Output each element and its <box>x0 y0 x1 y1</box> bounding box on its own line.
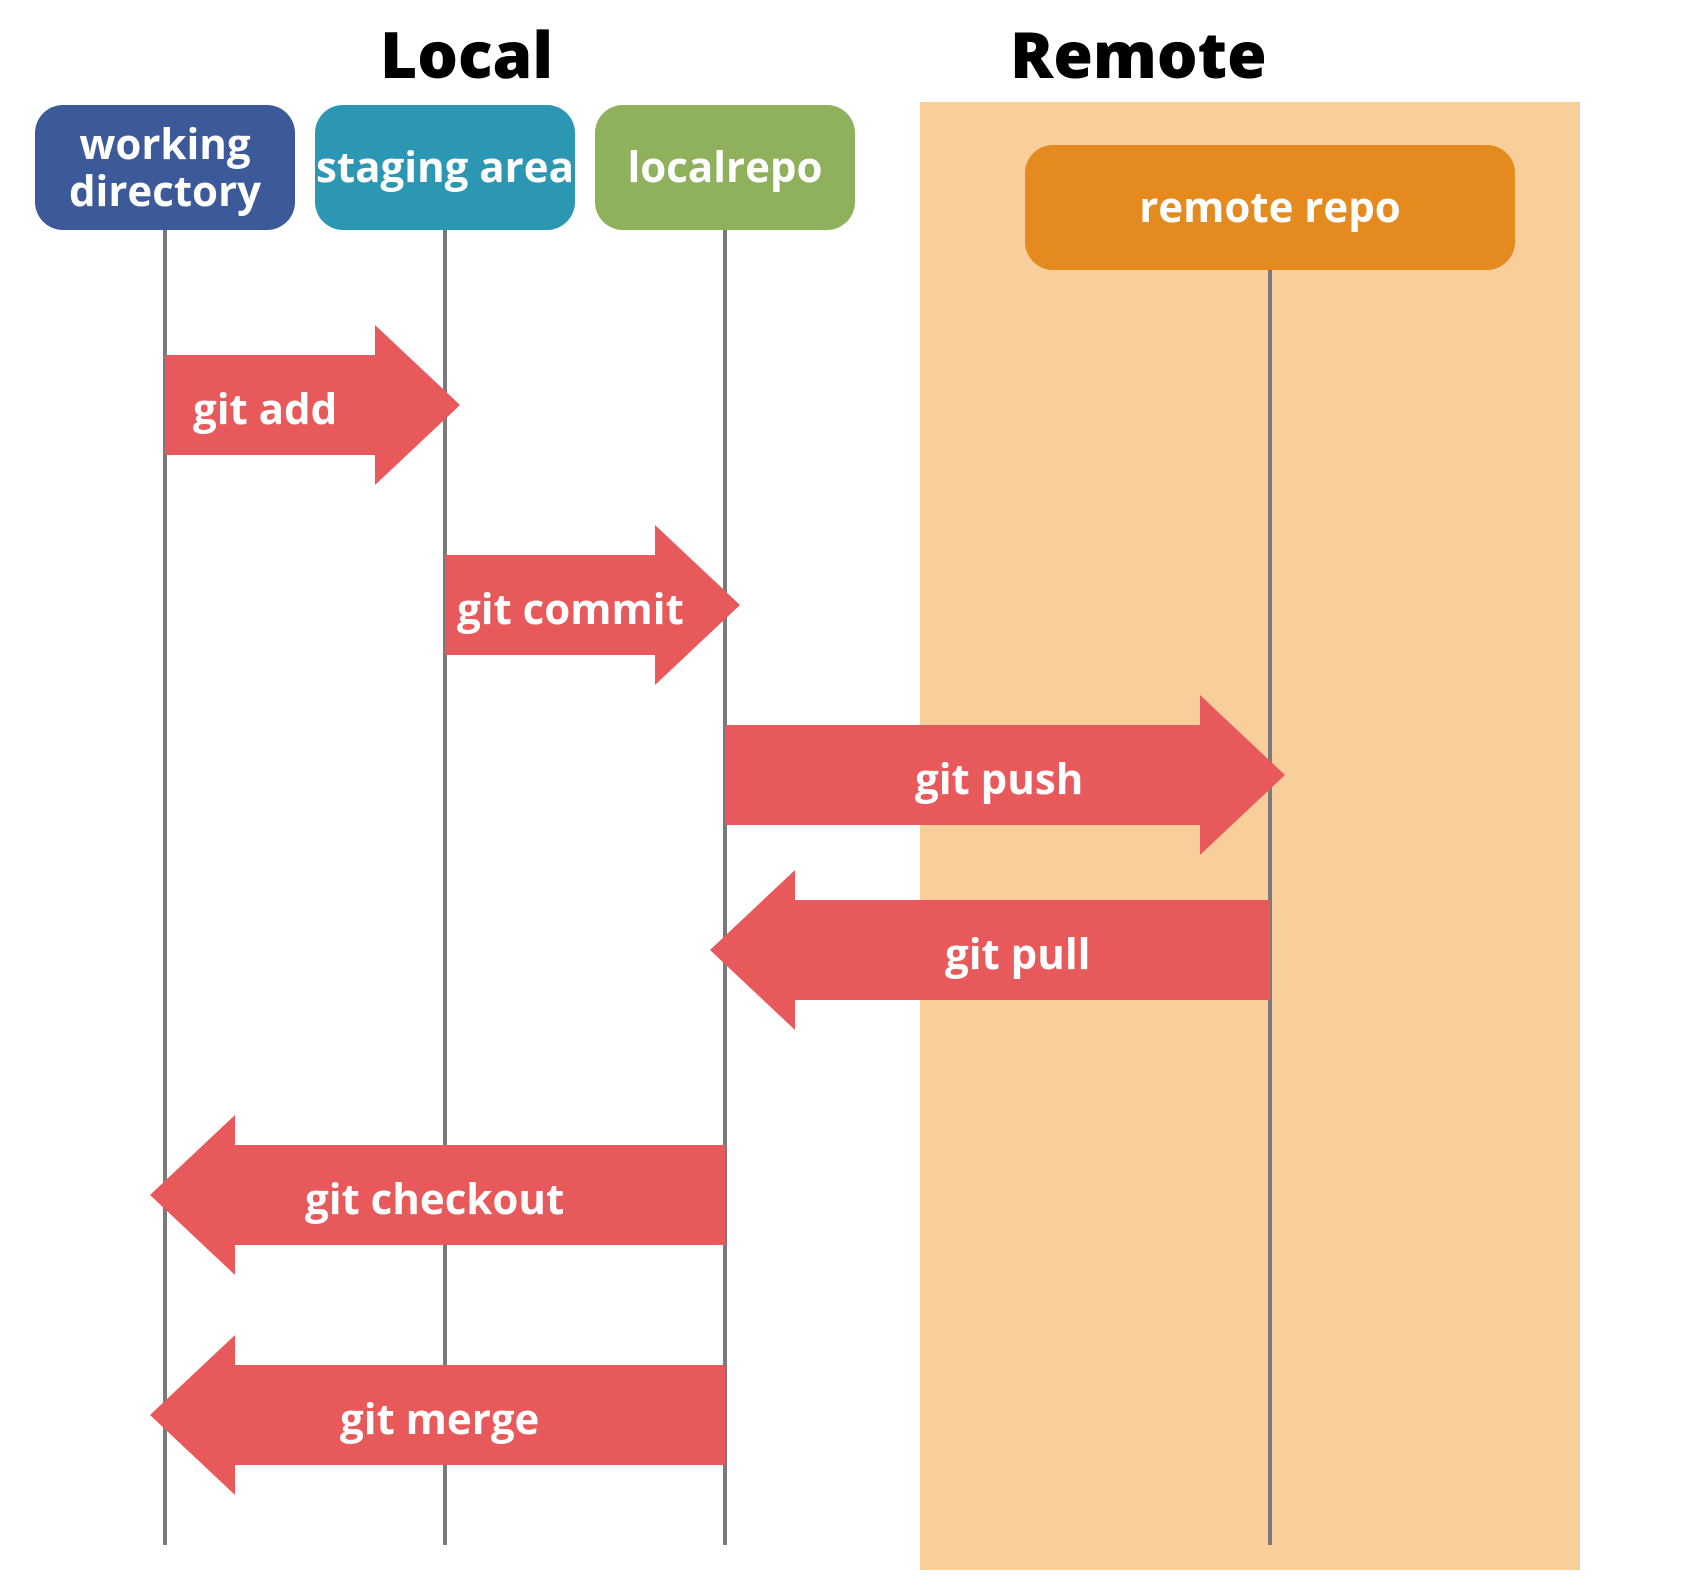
arrow-git-commit: git commit <box>445 525 740 685</box>
lane-label: staging area <box>316 144 574 190</box>
arrow-label: git pull <box>945 925 1091 982</box>
lane-label: working directory <box>35 121 295 213</box>
arrow-label: git push <box>915 750 1083 807</box>
lane-working-directory: working directory <box>35 105 295 230</box>
arrow-git-pull: git pull <box>710 870 1270 1030</box>
arrow-git-checkout: git checkout <box>150 1115 725 1275</box>
lane-remote-repo: remote repo <box>1025 145 1515 270</box>
arrow-label: git commit <box>457 580 684 637</box>
lane-label: remote repo <box>1139 184 1401 230</box>
lane-staging-area: staging area <box>315 105 575 230</box>
arrow-git-push: git push <box>725 695 1285 855</box>
arrow-label: git merge <box>340 1390 539 1447</box>
section-title-remote: Remote <box>1010 10 1267 97</box>
lane-label: localrepo <box>627 144 822 190</box>
section-title-local: Local <box>380 10 553 97</box>
arrow-label: git add <box>193 380 337 437</box>
arrow-git-merge: git merge <box>150 1335 725 1495</box>
arrow-label: git checkout <box>305 1170 564 1227</box>
lane-local-repo: localrepo <box>595 105 855 230</box>
arrow-git-add: git add <box>165 325 460 485</box>
